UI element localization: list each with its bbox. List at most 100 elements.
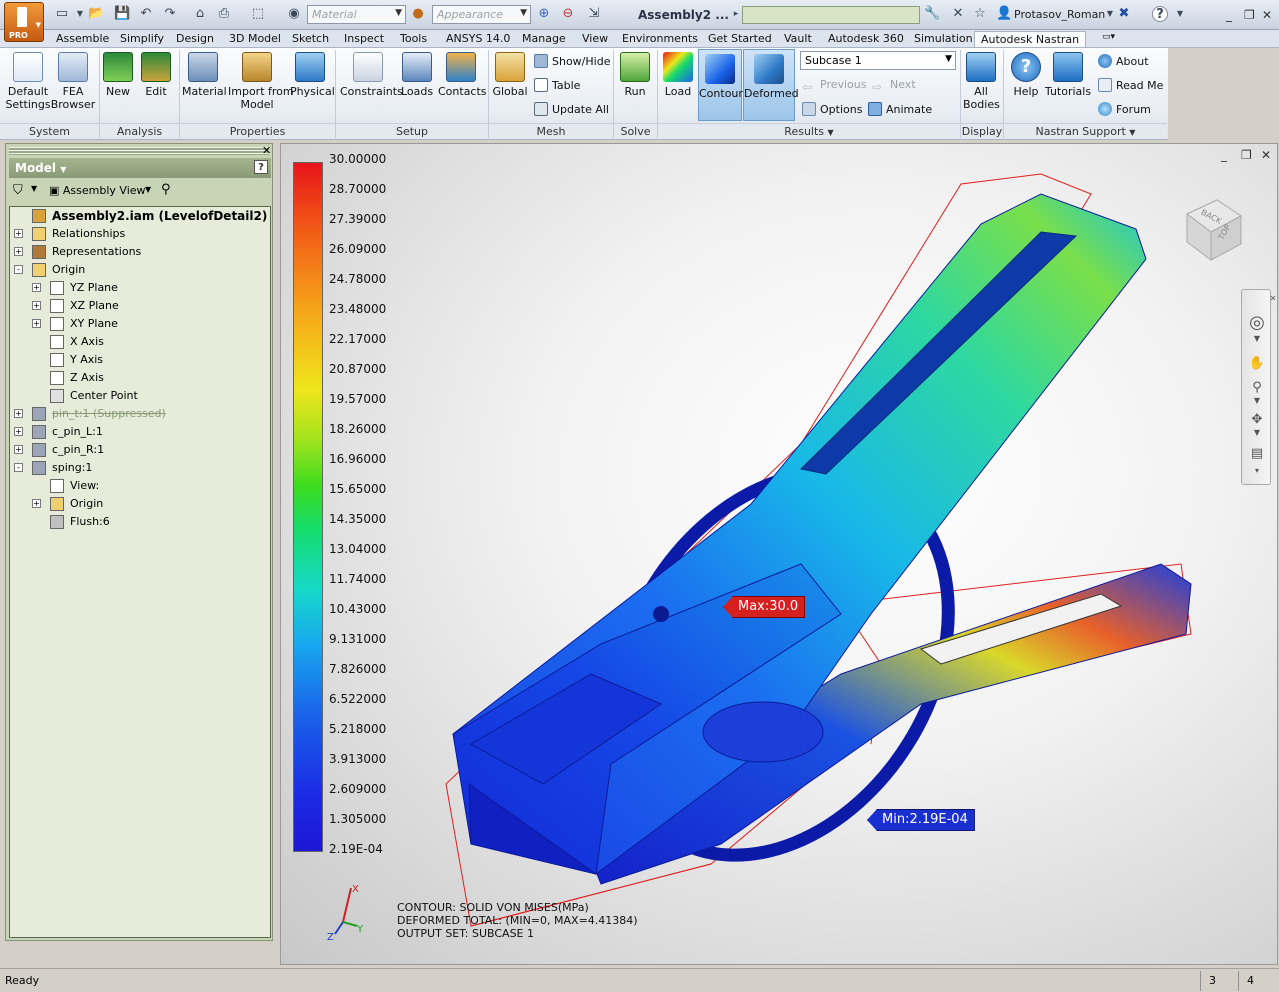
ribbon-minimize-icon[interactable]: ▭▾ bbox=[1096, 31, 1121, 47]
restore-button[interactable]: ❐ bbox=[1244, 8, 1255, 22]
expand-icon[interactable]: + bbox=[14, 427, 23, 436]
viewport-close-button[interactable]: ✕ bbox=[1261, 148, 1271, 162]
tab-autodesk-360[interactable]: Autodesk 360 bbox=[822, 31, 910, 47]
expand-icon[interactable]: + bbox=[14, 247, 23, 256]
browser-grip[interactable] bbox=[9, 147, 269, 155]
expand-icon[interactable]: + bbox=[14, 445, 23, 454]
fea-browser-button[interactable]: FEA Browser bbox=[50, 52, 96, 111]
expand-icon[interactable]: + bbox=[14, 409, 23, 418]
new-analysis-button[interactable]: New bbox=[102, 52, 134, 98]
previous-button[interactable]: ⇦ Previous bbox=[802, 78, 867, 95]
browser-help-icon[interactable]: ? bbox=[254, 160, 268, 174]
redo-icon[interactable]: ↷ bbox=[162, 6, 178, 22]
open-folder-icon[interactable]: 📂 bbox=[88, 6, 104, 22]
material-button[interactable]: Material bbox=[182, 52, 227, 98]
tab-sketch[interactable]: Sketch bbox=[286, 31, 335, 47]
tree-item[interactable]: + c_pin_L:1 bbox=[14, 423, 266, 441]
load-results-button[interactable]: Load bbox=[661, 52, 695, 98]
results-options-button[interactable]: Options bbox=[802, 102, 862, 117]
exchange-apps-icon[interactable]: ✖ bbox=[1116, 6, 1132, 22]
tab-get-started[interactable]: Get Started bbox=[702, 31, 778, 47]
tree-item[interactable]: Flush:6 bbox=[32, 513, 266, 531]
next-button[interactable]: ⇨ Next bbox=[872, 78, 916, 95]
qat-customize-icon[interactable]: ⇲ bbox=[586, 6, 602, 22]
assembly-view-dropdown[interactable]: ▣ Assembly View bbox=[49, 184, 146, 197]
mesh-update-all-button[interactable]: Update All bbox=[534, 102, 609, 117]
chevron-down-icon[interactable]: ▼ bbox=[1248, 334, 1266, 352]
physical-button[interactable]: Physical bbox=[290, 52, 335, 98]
new-dropdown-icon[interactable]: ▼ bbox=[72, 6, 88, 22]
tab-manage[interactable]: Manage bbox=[516, 31, 572, 47]
tab-environments[interactable]: Environments bbox=[616, 31, 704, 47]
close-button[interactable]: ✕ bbox=[1262, 8, 1272, 22]
tree-item[interactable]: Z Axis bbox=[32, 369, 266, 387]
steering-wheel-icon[interactable]: ◎ bbox=[1248, 312, 1266, 333]
browser-close-icon[interactable]: ✕ bbox=[262, 144, 271, 157]
select-icon[interactable]: ⬚ bbox=[250, 6, 266, 22]
search-input[interactable] bbox=[742, 6, 920, 24]
tree-item[interactable]: + Representations bbox=[14, 243, 266, 261]
view-cube[interactable]: BACK TOP bbox=[1175, 194, 1245, 264]
tree-item[interactable]: X Axis bbox=[32, 333, 266, 351]
binoculars-icon[interactable]: 🔧 bbox=[924, 6, 940, 22]
chevron-down-icon[interactable]: ▼ bbox=[1172, 6, 1188, 22]
material-dropdown[interactable]: Material ▼ bbox=[307, 5, 406, 24]
expand-icon[interactable]: + bbox=[32, 319, 41, 328]
graphics-viewport[interactable]: 30.00000 28.70000 27.39000 26.09000 24.78000… bbox=[280, 143, 1278, 965]
application-menu-button[interactable]: PRO ▼ bbox=[4, 2, 44, 42]
minimize-button[interactable]: _ bbox=[1226, 8, 1232, 22]
tree-item[interactable]: - sping:1 bbox=[14, 459, 266, 477]
clear-appearance-icon[interactable]: ⊖ bbox=[560, 6, 576, 22]
tree-item[interactable]: + XY Plane bbox=[32, 315, 266, 333]
collapse-icon[interactable]: - bbox=[14, 463, 23, 472]
tab-autodesk-nastran[interactable]: Autodesk Nastran bbox=[974, 31, 1087, 47]
default-settings-button[interactable]: Default Settings bbox=[4, 52, 52, 111]
look-at-icon[interactable]: ▤ bbox=[1248, 446, 1266, 464]
tab-inspect[interactable]: Inspect bbox=[338, 31, 390, 47]
import-from-model-button[interactable]: Import from Model bbox=[228, 52, 294, 111]
forum-button[interactable]: Forum bbox=[1098, 102, 1151, 117]
tree-item[interactable]: + Origin bbox=[32, 495, 266, 513]
edit-analysis-button[interactable]: Edit bbox=[140, 52, 172, 98]
animate-button[interactable]: Animate bbox=[868, 102, 932, 117]
tree-item[interactable]: + Relationships bbox=[14, 225, 266, 243]
loads-button[interactable]: Loads bbox=[401, 52, 433, 98]
binoculars-icon[interactable]: ⚲ bbox=[161, 182, 171, 197]
new-file-icon[interactable]: ▭ bbox=[54, 6, 70, 22]
tab-tools[interactable]: Tools bbox=[394, 31, 433, 47]
mesh-show-hide-button[interactable]: Show/Hide bbox=[534, 54, 610, 69]
expand-icon[interactable]: + bbox=[32, 301, 41, 310]
tree-item[interactable]: View: bbox=[32, 477, 266, 495]
help-button[interactable]: ? Help bbox=[1008, 52, 1044, 98]
print-icon[interactable]: ⎙ bbox=[216, 6, 232, 22]
viewport-minimize-button[interactable]: _ bbox=[1221, 148, 1227, 162]
save-icon[interactable]: 💾 bbox=[114, 6, 130, 22]
read-me-button[interactable]: Read Me bbox=[1098, 78, 1163, 93]
appearance-dropdown[interactable]: Appearance ▼ bbox=[432, 5, 531, 24]
contacts-button[interactable]: Contacts bbox=[438, 52, 487, 98]
tree-item[interactable]: + XZ Plane bbox=[32, 297, 266, 315]
browser-title-bar[interactable]: Model ▼ ? bbox=[9, 158, 271, 178]
contour-button[interactable]: Contour bbox=[698, 49, 743, 121]
expand-icon[interactable]: + bbox=[14, 229, 23, 238]
update-icon[interactable]: ◉ bbox=[286, 6, 302, 22]
pan-hand-icon[interactable]: ✋ bbox=[1248, 356, 1266, 374]
user-name[interactable]: Protasov_Roman bbox=[1014, 8, 1105, 21]
collapse-icon[interactable]: - bbox=[14, 265, 23, 274]
tab-ansys[interactable]: ANSYS 14.0 bbox=[440, 31, 516, 47]
tutorials-button[interactable]: Tutorials bbox=[1044, 52, 1092, 98]
viewport-maximize-button[interactable]: ❐ bbox=[1241, 148, 1252, 162]
chevron-down-icon[interactable]: ▼ bbox=[1248, 428, 1266, 446]
favorites-star-icon[interactable]: ☆ bbox=[972, 6, 988, 22]
tree-item[interactable]: Assembly2.iam (LevelofDetail2) bbox=[14, 207, 267, 225]
run-button[interactable]: Run bbox=[618, 52, 652, 98]
navbar-close-icon[interactable]: ✕ bbox=[1264, 294, 1277, 312]
expand-icon[interactable]: + bbox=[32, 499, 41, 508]
tree-item[interactable]: + pin_t:1 (Suppressed) bbox=[14, 405, 266, 423]
tab-assemble[interactable]: Assemble bbox=[50, 31, 115, 47]
communication-center-icon[interactable]: ✕ bbox=[950, 6, 966, 22]
tree-item[interactable]: + YZ Plane bbox=[32, 279, 266, 297]
filter-icon[interactable]: ⛉ bbox=[13, 183, 23, 198]
chevron-down-icon[interactable]: ▼ bbox=[145, 185, 151, 194]
zoom-icon[interactable]: ⊕ bbox=[536, 6, 552, 22]
